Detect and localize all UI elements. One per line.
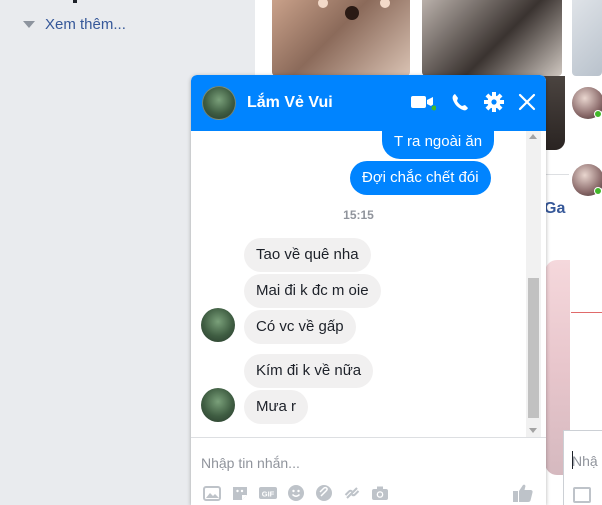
- chat-header[interactable]: Lắm Vẻ Vui: [191, 75, 546, 131]
- contact-avatar[interactable]: [201, 388, 235, 422]
- scrollbar[interactable]: [526, 131, 541, 437]
- feed-photo[interactable]: [422, 0, 562, 76]
- scroll-down-arrow[interactable]: [529, 428, 537, 433]
- scroll-thumb[interactable]: [528, 278, 539, 418]
- contact-avatar[interactable]: [202, 86, 236, 120]
- camera-icon[interactable]: [371, 484, 389, 502]
- incoming-message: Kím đi k về nữa: [244, 354, 374, 388]
- online-status-dot: [594, 187, 602, 195]
- incoming-message: Tao về quê nha: [244, 238, 371, 272]
- composer: GIF: [191, 437, 546, 505]
- outgoing-message: T ra ngoài ăn: [382, 131, 495, 159]
- gif-icon[interactable]: GIF: [259, 484, 277, 502]
- composer-toolbar: GIF: [203, 484, 389, 502]
- header-actions: [410, 92, 536, 112]
- link-icon[interactable]: [343, 484, 361, 502]
- close-icon[interactable]: [518, 93, 536, 111]
- timestamp: 15:15: [343, 208, 374, 222]
- incoming-message: Mưa r: [244, 390, 309, 424]
- video-call-icon[interactable]: [410, 93, 436, 111]
- message-input-secondary[interactable]: Nhậ: [572, 453, 598, 469]
- message-input[interactable]: [201, 450, 521, 476]
- chat-window-secondary[interactable]: Nhậ: [563, 430, 602, 505]
- phone-icon[interactable]: [450, 92, 470, 112]
- incoming-message: Mai đi k đc m oie: [244, 274, 381, 308]
- see-more-label: Xem thêm...: [45, 16, 126, 33]
- see-more-link[interactable]: Xem thêm...: [23, 16, 126, 33]
- online-status-dot: [594, 110, 602, 118]
- feed-photo[interactable]: [572, 0, 602, 76]
- photo-detail: [380, 0, 390, 8]
- incoming-message: Có vc về gấp: [244, 310, 356, 344]
- feed-photo[interactable]: [272, 0, 410, 76]
- svg-text:GIF: GIF: [262, 490, 275, 499]
- attachment-icon[interactable]: [315, 484, 333, 502]
- feed-post-title[interactable]: Ga: [544, 200, 565, 218]
- photo-icon[interactable]: [203, 484, 221, 502]
- outgoing-message: Đợi chắc chết đói: [350, 161, 491, 195]
- emoji-icon[interactable]: [287, 484, 305, 502]
- photo-detail: [345, 6, 359, 20]
- photo-icon[interactable]: [573, 487, 591, 503]
- contact-avatar[interactable]: [201, 308, 235, 342]
- photo-detail: [318, 0, 328, 8]
- message-list[interactable]: T ra ngoài ăn Đợi chắc chết đói 15:15 Ta…: [191, 131, 526, 437]
- divider: [571, 312, 602, 313]
- thumbs-up-icon[interactable]: [512, 483, 534, 503]
- contact-name[interactable]: Lắm Vẻ Vui: [247, 94, 333, 112]
- divider: [73, 0, 77, 3]
- gear-icon[interactable]: [484, 92, 504, 112]
- scroll-up-arrow[interactable]: [529, 134, 537, 139]
- sticker-icon[interactable]: [231, 484, 249, 502]
- caret-down-icon: [23, 21, 35, 28]
- chat-window: Lắm Vẻ Vui T ra ngoài ăn Đợi chắc chết đ…: [191, 75, 546, 505]
